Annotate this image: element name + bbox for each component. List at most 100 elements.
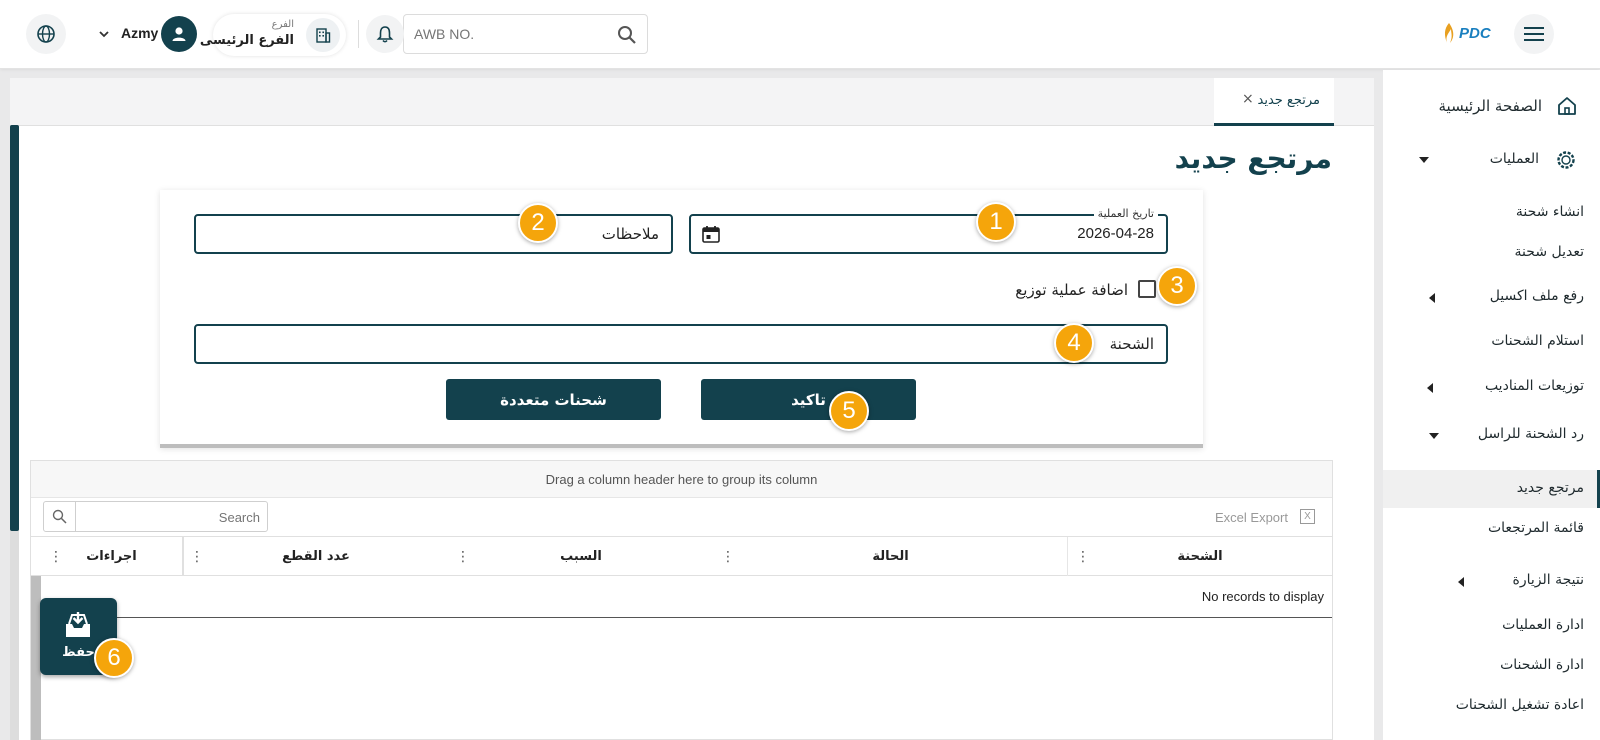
user-menu[interactable]: Azmy xyxy=(95,15,200,53)
notes-placeholder: ملاحظات xyxy=(601,225,659,243)
branch-label: الفرع xyxy=(271,19,294,30)
user-name: Azmy xyxy=(121,25,159,41)
annotation-badge: 4 xyxy=(1054,323,1094,363)
tab-new-return[interactable]: مرتجع جديد × xyxy=(1214,78,1334,126)
calendar-icon[interactable] xyxy=(701,224,721,244)
home-icon xyxy=(1558,97,1576,115)
sidebar: الصفحة الرئيسية العمليات انشاء شحنة تعدي… xyxy=(1383,70,1600,740)
menu-button[interactable] xyxy=(1514,14,1554,54)
shipment-placeholder: الشحنة xyxy=(1109,335,1154,353)
sidebar-item-courier-distribution[interactable]: توزيعات المناديب xyxy=(1383,372,1600,402)
building-icon xyxy=(316,28,331,43)
column-header-label: الحالة xyxy=(872,549,909,564)
grid-empty-row: No records to display xyxy=(41,576,1332,618)
operation-date-field[interactable]: تاريخ العملية 2026-04-28 xyxy=(689,207,1168,254)
tab-strip: مرتجع جديد × xyxy=(10,78,1374,126)
column-header-label: عدد القطع xyxy=(282,549,350,564)
column-header-shipment[interactable]: الشحنة xyxy=(1068,537,1332,576)
sidebar-item-label: نتيجة الزيارة xyxy=(1512,572,1584,588)
confirm-button[interactable]: تاكيد xyxy=(701,379,916,420)
multiple-shipments-button[interactable]: شحنات متعددة xyxy=(446,379,661,420)
annotation-badge: 3 xyxy=(1157,266,1197,306)
caret-down-icon xyxy=(1419,157,1429,163)
main-content: مرتجع جديد × مرتجع جديد تاريخ العملية 20… xyxy=(10,78,1374,740)
operation-date-label: تاريخ العملية xyxy=(1093,207,1158,220)
excel-icon: X xyxy=(1300,509,1315,524)
column-header-label: الشحنة xyxy=(1177,549,1223,564)
caret-left-icon xyxy=(1429,293,1435,303)
brand-text: PDC xyxy=(1459,24,1491,42)
shipment-field[interactable]: الشحنة xyxy=(194,324,1168,364)
tab-close-icon[interactable]: × xyxy=(1242,91,1254,107)
awb-search-input[interactable] xyxy=(414,23,604,45)
avatar xyxy=(161,16,197,52)
sidebar-item-label: رد الشحنة للراسل xyxy=(1477,426,1584,442)
column-menu-icon[interactable]: ⋮ xyxy=(1076,549,1090,565)
sidebar-item-receive-shipments[interactable]: استلام الشحنات xyxy=(1491,333,1584,349)
sidebar-item-home[interactable]: الصفحة الرئيسية xyxy=(1383,88,1600,124)
divider xyxy=(358,20,359,48)
sidebar-item-label: الصفحة الرئيسية xyxy=(1438,97,1543,115)
grid-search-input[interactable] xyxy=(80,507,260,527)
brand-logo: PDC xyxy=(1442,22,1491,44)
data-grid: Drag a column header here to group its c… xyxy=(30,460,1333,740)
flame-icon xyxy=(1444,23,1454,43)
group-hint: Drag a column header here to group its c… xyxy=(545,471,818,487)
hamburger-icon xyxy=(1524,27,1544,41)
chevron-down-icon xyxy=(99,31,109,38)
user-icon xyxy=(172,27,186,41)
grid-search[interactable] xyxy=(43,501,268,532)
sidebar-item-edit-shipment[interactable]: تعديل شحنة xyxy=(1515,244,1584,260)
add-distribution-label: اضافة عملية توزيع xyxy=(1015,281,1128,299)
top-bar: PDC الفرع الفرع الرئيسى Azmy xyxy=(0,0,1600,69)
group-drop-area[interactable]: Drag a column header here to group its c… xyxy=(31,461,1332,498)
sidebar-item-operations[interactable]: العمليات xyxy=(1383,142,1600,178)
sidebar-item-label: العمليات xyxy=(1489,151,1539,167)
grid-header: الشحنة ⋮ الحالة ⋮ السبب ⋮ عدد القطع ⋮ اج… xyxy=(31,536,1332,576)
column-menu-icon[interactable]: ⋮ xyxy=(49,549,63,565)
column-menu-icon[interactable]: ⋮ xyxy=(190,549,204,565)
branch-icon-wrap xyxy=(306,18,340,52)
column-header-reason[interactable]: السبب xyxy=(448,537,714,576)
language-button[interactable] xyxy=(26,14,66,54)
sidebar-item-label: مرتجع جديد xyxy=(1516,480,1584,496)
bell-icon xyxy=(376,26,394,43)
branch-value: الفرع الرئيسى xyxy=(199,33,294,48)
scrollbar-thumb[interactable] xyxy=(10,125,19,531)
notes-field[interactable]: ملاحظات xyxy=(194,214,673,254)
scrollbar-track[interactable] xyxy=(10,125,19,740)
sidebar-item-label: توزيعات المناديب xyxy=(1484,378,1584,394)
column-header-status[interactable]: الحالة xyxy=(714,537,1068,576)
caret-left-icon xyxy=(1427,383,1433,393)
column-header-label: اجراءات xyxy=(86,549,137,564)
sidebar-item-operations-management[interactable]: ادارة العمليات xyxy=(1502,617,1584,633)
column-header-pieces[interactable]: عدد القطع xyxy=(182,537,448,576)
tab-label: مرتجع جديد xyxy=(1257,93,1321,108)
sidebar-item-shipments-management[interactable]: ادارة الشحنات xyxy=(1500,657,1584,673)
annotation-badge: 5 xyxy=(829,391,869,431)
notifications-button[interactable] xyxy=(366,15,404,53)
column-menu-icon[interactable]: ⋮ xyxy=(721,549,735,565)
add-distribution-checkbox[interactable] xyxy=(1138,280,1156,298)
sidebar-item-return-to-sender[interactable]: رد الشحنة للراسل xyxy=(1383,420,1600,450)
sidebar-item-reprocess-shipments[interactable]: اعادة تشغيل الشحنات xyxy=(1456,697,1584,713)
search-icon[interactable] xyxy=(617,25,637,45)
caret-down-icon xyxy=(1429,433,1439,439)
excel-export-button[interactable]: Excel Export X xyxy=(1211,509,1316,527)
sidebar-item-new-return[interactable]: مرتجع جديد xyxy=(1383,470,1600,508)
caret-left-icon xyxy=(1458,577,1464,587)
excel-export-label: Excel Export xyxy=(1215,510,1288,525)
annotation-badge: 2 xyxy=(518,203,558,243)
branch-selector[interactable]: الفرع الفرع الرئيسى xyxy=(200,14,346,56)
download-tray-icon xyxy=(66,612,90,637)
search-icon[interactable] xyxy=(52,509,67,524)
sidebar-item-returns-list[interactable]: قائمة المرتجعات xyxy=(1488,520,1584,536)
annotation-badge: 6 xyxy=(94,638,134,678)
sidebar-item-visit-result[interactable]: نتيجة الزيارة xyxy=(1383,566,1600,596)
search-divider xyxy=(75,502,76,531)
awb-search[interactable] xyxy=(403,14,648,54)
page-title: مرتجع جديد xyxy=(1174,142,1332,175)
column-menu-icon[interactable]: ⋮ xyxy=(456,549,470,565)
sidebar-item-excel-upload[interactable]: رفع ملف اكسيل xyxy=(1383,282,1600,312)
sidebar-item-create-shipment[interactable]: انشاء شحنة xyxy=(1516,204,1584,220)
